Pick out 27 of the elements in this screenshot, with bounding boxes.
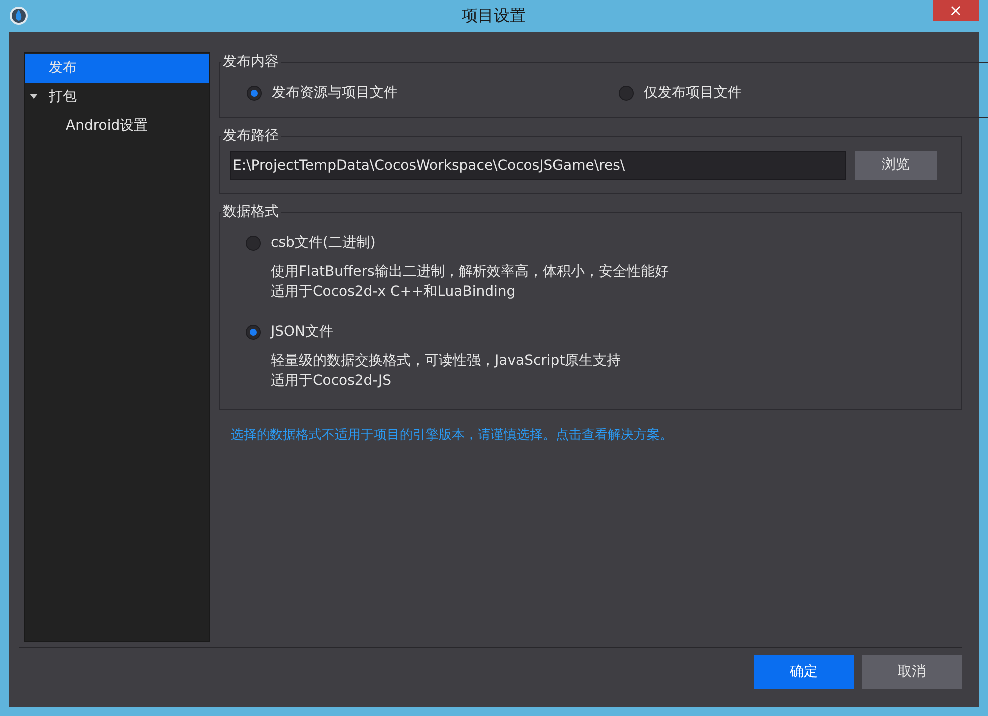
radio-button[interactable]: [246, 236, 261, 251]
radio-button[interactable]: [246, 325, 261, 340]
group-title: 发布路径: [222, 127, 280, 146]
tree-item[interactable]: 发布: [25, 54, 209, 83]
app-logo-icon: [9, 6, 29, 26]
radio-label[interactable]: 仅发布项目文件: [644, 82, 742, 104]
browse-button[interactable]: 浏览: [855, 151, 937, 180]
path-field[interactable]: E:\ProjectTempData\CocosWorkspace\CocosJSGame\res\: [230, 151, 846, 180]
close-button[interactable]: ×: [933, 0, 979, 21]
tree-item[interactable]: 打包: [25, 83, 209, 112]
group-title: 发布内容: [222, 53, 280, 72]
description-text: 适用于Cocos2d-x C++和LuaBinding: [271, 283, 517, 302]
radio-label[interactable]: JSON文件: [271, 322, 334, 343]
description-text: 使用FlatBuffers输出二进制，解析效率高，体积小，安全性能好: [271, 263, 670, 282]
warning-link[interactable]: 选择的数据格式不适用于项目的引擎版本，请谨慎选择。点击查看解决方案。: [219, 426, 962, 446]
ok-button[interactable]: 确定: [754, 655, 854, 689]
radio-label[interactable]: 发布资源与项目文件: [272, 82, 398, 104]
description-text: 适用于Cocos2d-JS: [271, 372, 393, 391]
tree-item[interactable]: Android设置: [25, 112, 209, 141]
radio-button[interactable]: [247, 86, 262, 100]
window-title: 项目设置: [462, 5, 526, 27]
group-title: 数据格式: [222, 203, 280, 222]
expanded-triangle-icon[interactable]: [30, 93, 38, 101]
cancel-button[interactable]: 取消: [862, 655, 962, 689]
description-text: 轻量级的数据交换格式，可读性强，JavaScript原生支持: [271, 352, 622, 371]
radio-label[interactable]: csb文件(二进制): [271, 233, 376, 254]
radio-button[interactable]: [619, 86, 634, 100]
